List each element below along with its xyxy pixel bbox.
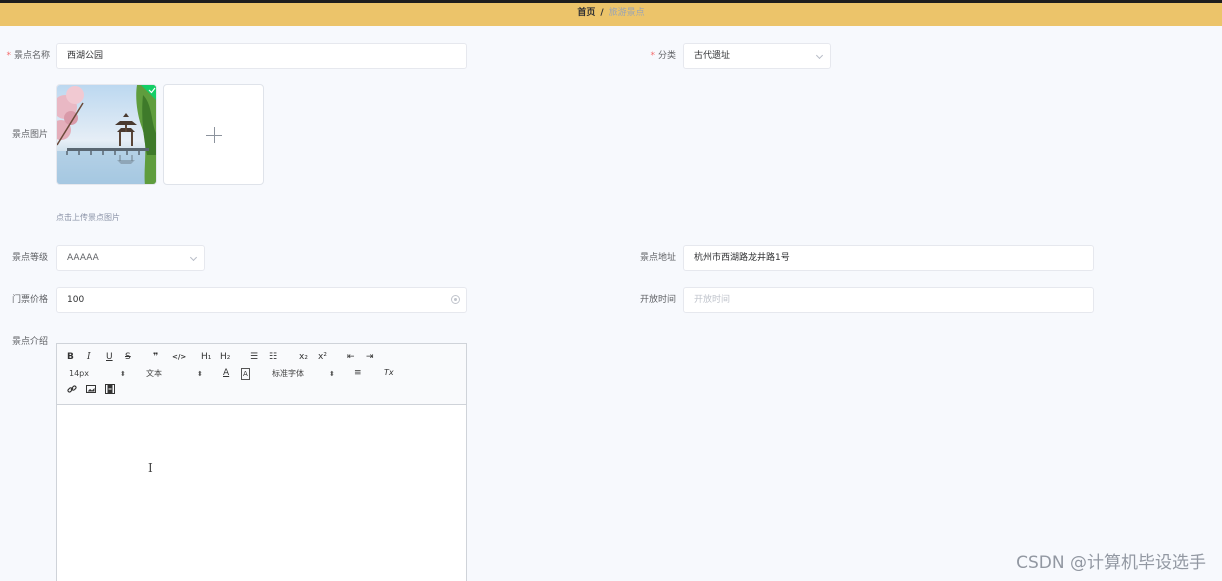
category-select[interactable]: 古代遗址 bbox=[683, 43, 831, 69]
name-label: * 景点名称 bbox=[0, 50, 50, 62]
font-color-button[interactable]: A bbox=[223, 368, 229, 378]
clean-format-button[interactable]: Tx bbox=[384, 368, 394, 378]
price-suffix-icon bbox=[451, 295, 460, 304]
category-select-value: 古代遗址 bbox=[694, 51, 731, 61]
plus-icon-vertical bbox=[214, 127, 215, 143]
indent-button[interactable]: ⇥ bbox=[366, 352, 374, 362]
blockquote-button[interactable]: ❞ bbox=[153, 352, 158, 362]
editor-toolbar: B I U S ❞ </> H₁ H₂ ☰ ☷ x₂ x² ⇤ ⇥ 14px ⬍… bbox=[57, 344, 466, 405]
bullet-list-button[interactable]: ☷ bbox=[269, 352, 277, 362]
category-label: * 分类 bbox=[630, 50, 676, 62]
image-upload-button[interactable] bbox=[163, 84, 264, 185]
required-asterisk: * bbox=[650, 51, 655, 61]
text-cursor-icon: I bbox=[148, 461, 153, 475]
code-block-button[interactable]: </> bbox=[172, 352, 186, 362]
price-input[interactable]: 100 bbox=[56, 287, 467, 313]
top-bar: 首页 / 旅游景点 bbox=[0, 0, 1222, 26]
address-input[interactable]: 杭州市西湖路龙井路1号 bbox=[683, 245, 1094, 271]
lake-pavilion-photo bbox=[57, 85, 156, 184]
video-icon bbox=[105, 384, 115, 394]
name-input[interactable]: 西湖公园 bbox=[56, 43, 467, 69]
upload-hint: 点击上传景点图片 bbox=[56, 213, 120, 222]
uploaded-image-thumbnail[interactable] bbox=[56, 84, 157, 185]
link-button[interactable] bbox=[67, 384, 77, 397]
category-label-text: 分类 bbox=[657, 51, 676, 61]
chevron-down-icon bbox=[815, 51, 824, 60]
header-select[interactable]: 文本 bbox=[146, 369, 162, 379]
header-2-button[interactable]: H₂ bbox=[220, 352, 230, 362]
chevron-down-icon bbox=[189, 253, 198, 262]
ordered-list-button[interactable]: ☰ bbox=[250, 352, 258, 362]
image-icon bbox=[86, 385, 96, 393]
breadcrumb: 首页 / 旅游景点 bbox=[0, 6, 1222, 20]
superscript-button[interactable]: x² bbox=[318, 352, 327, 362]
price-input-value: 100 bbox=[67, 295, 85, 305]
breadcrumb-current: 旅游景点 bbox=[608, 8, 645, 18]
background-color-button[interactable]: A bbox=[241, 368, 250, 380]
editor-content-area[interactable]: I bbox=[57, 405, 466, 581]
breadcrumb-separator: / bbox=[600, 8, 604, 18]
font-family-select[interactable]: 标准字体 bbox=[272, 369, 304, 379]
name-label-text: 景点名称 bbox=[13, 51, 50, 61]
align-button[interactable]: ≡ bbox=[354, 368, 362, 378]
header-1-button[interactable]: H₁ bbox=[201, 352, 211, 362]
underline-button[interactable]: U bbox=[106, 352, 113, 362]
open-time-input[interactable]: 开放时间 bbox=[683, 287, 1094, 313]
font-size-select[interactable]: 14px bbox=[69, 369, 89, 379]
rich-text-editor: B I U S ❞ </> H₁ H₂ ☰ ☷ x₂ x² ⇤ ⇥ 14px ⬍… bbox=[56, 343, 467, 581]
font-family-updown-icon: ⬍ bbox=[329, 370, 335, 378]
bold-button[interactable]: B bbox=[67, 352, 74, 362]
watermark: CSDN @计算机毕设选手 bbox=[1016, 553, 1206, 573]
link-icon bbox=[67, 385, 77, 393]
required-asterisk: * bbox=[6, 51, 11, 61]
level-select[interactable]: AAAAA bbox=[56, 245, 205, 271]
image-label: 景点图片 bbox=[11, 130, 48, 140]
video-button[interactable] bbox=[105, 384, 115, 397]
image-button[interactable] bbox=[86, 384, 96, 397]
open-time-label: 开放时间 bbox=[639, 295, 676, 305]
level-label: 景点等级 bbox=[11, 253, 48, 263]
level-select-value: AAAAA bbox=[67, 253, 99, 263]
font-size-updown-icon: ⬍ bbox=[120, 370, 126, 378]
intro-label: 景点介绍 bbox=[11, 337, 48, 347]
outdent-button[interactable]: ⇤ bbox=[347, 352, 355, 362]
italic-button[interactable]: I bbox=[87, 352, 91, 362]
subscript-button[interactable]: x₂ bbox=[299, 352, 308, 362]
price-label: 门票价格 bbox=[11, 295, 48, 305]
address-label: 景点地址 bbox=[639, 253, 676, 263]
header-updown-icon: ⬍ bbox=[197, 370, 203, 378]
breadcrumb-home[interactable]: 首页 bbox=[577, 8, 595, 18]
strike-button[interactable]: S bbox=[125, 352, 131, 362]
